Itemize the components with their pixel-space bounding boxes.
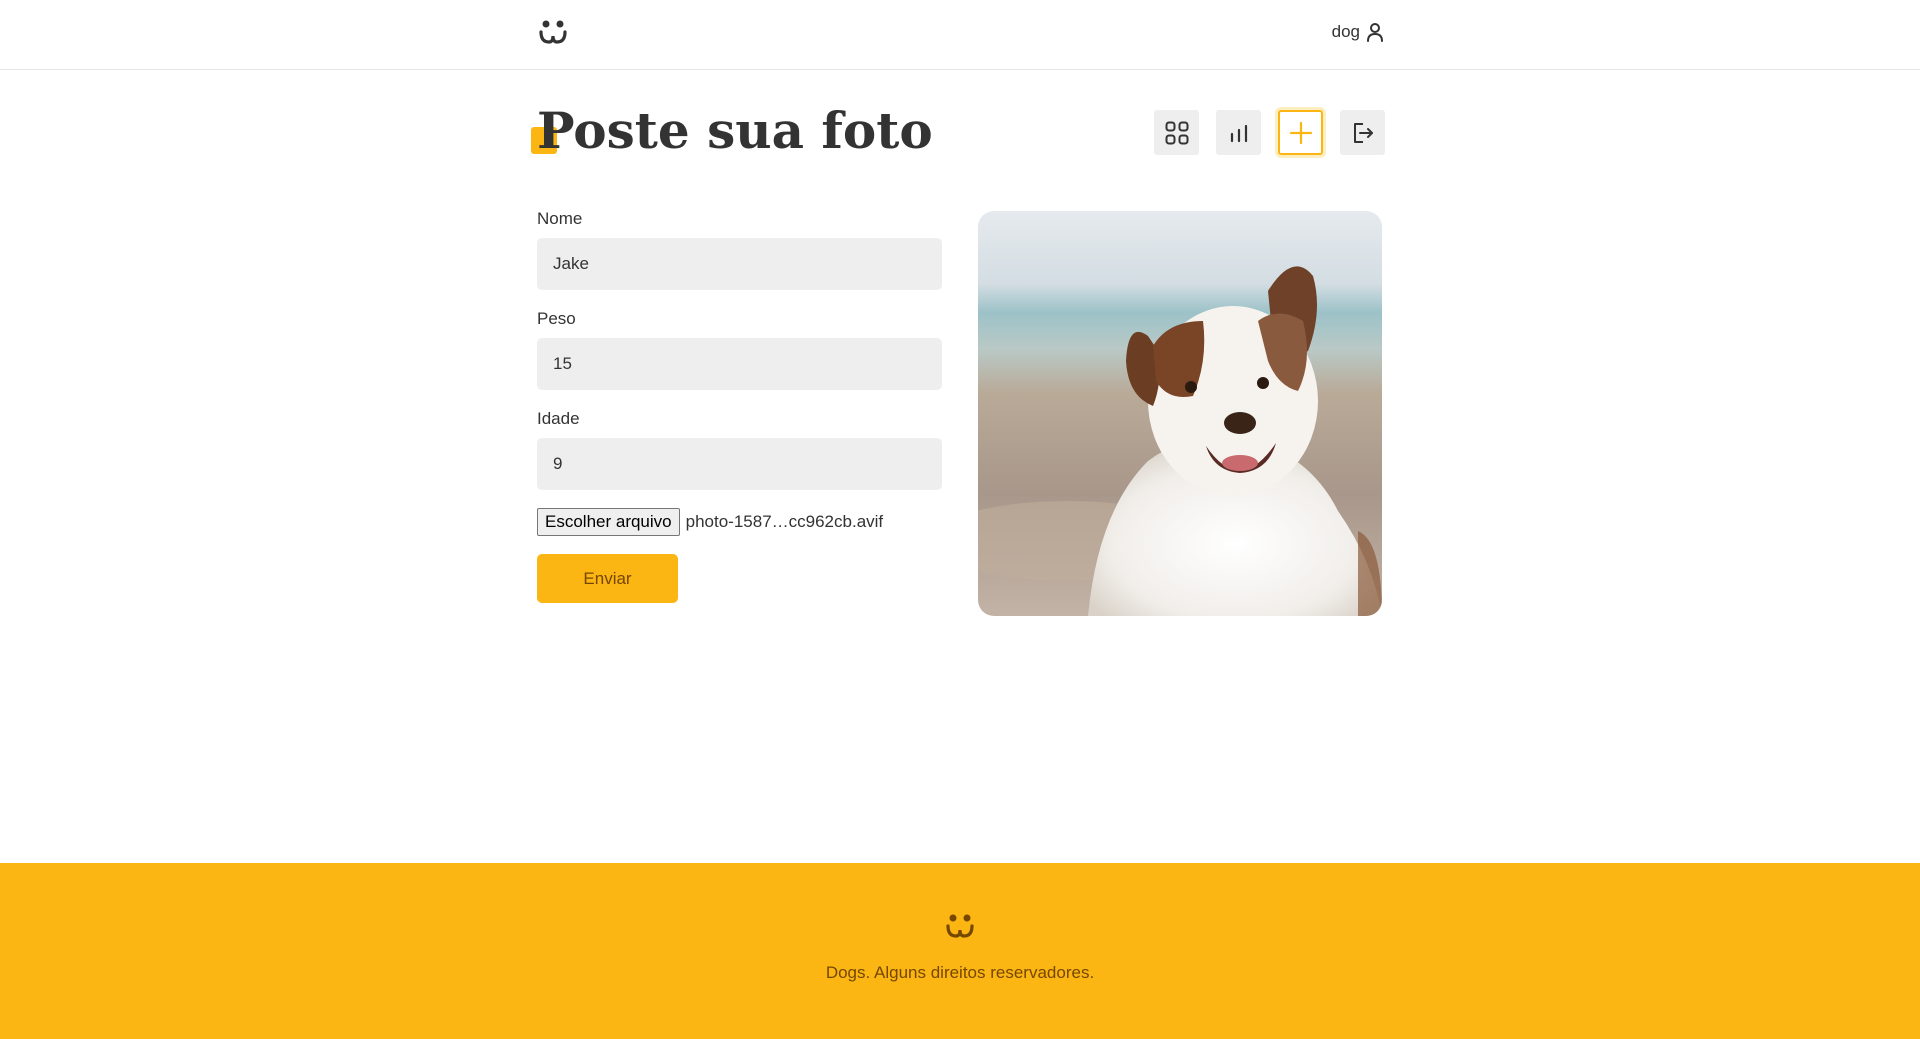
logout-button[interactable] xyxy=(1340,110,1385,155)
page-title-container: Poste sua foto xyxy=(531,96,933,166)
user-account-link[interactable]: dog xyxy=(1332,22,1384,42)
logout-icon xyxy=(1353,122,1373,143)
dog-photo xyxy=(978,211,1382,616)
age-input[interactable] xyxy=(537,438,942,490)
username-label: dog xyxy=(1331,22,1360,41)
dog-face-icon xyxy=(539,20,567,44)
submit-button[interactable]: Enviar xyxy=(537,554,678,603)
post-photo-button[interactable] xyxy=(1278,110,1323,155)
plus-icon xyxy=(1289,121,1312,144)
page-title: Poste sua foto xyxy=(537,101,933,160)
my-feed-button[interactable] xyxy=(1154,110,1199,155)
weight-label: Peso xyxy=(537,309,576,328)
file-picker: Escolher arquivo photo-1587…cc962cb.avif xyxy=(537,508,942,536)
name-input[interactable] xyxy=(537,238,942,290)
user-icon xyxy=(1367,23,1383,42)
choose-file-button[interactable]: Escolher arquivo xyxy=(537,508,680,536)
grid-icon xyxy=(1165,121,1188,144)
dog-face-icon xyxy=(946,914,974,938)
statistics-button[interactable] xyxy=(1216,110,1261,155)
account-nav xyxy=(1154,110,1385,155)
bar-chart-icon xyxy=(1230,124,1247,142)
site-header: dog xyxy=(0,0,1920,70)
name-label: Nome xyxy=(537,209,583,228)
weight-input[interactable] xyxy=(537,338,942,390)
post-photo-form: Nome Peso Idade Escolher arquivo photo-1… xyxy=(537,208,942,603)
selected-file-name: photo-1587…cc962cb.avif xyxy=(685,512,884,531)
footer-copyright: Dogs. Alguns direitos reservadores. xyxy=(825,963,1095,982)
age-label: Idade xyxy=(537,409,580,428)
site-footer: Dogs. Alguns direitos reservadores. xyxy=(0,863,1920,1039)
photo-preview xyxy=(978,211,1382,616)
